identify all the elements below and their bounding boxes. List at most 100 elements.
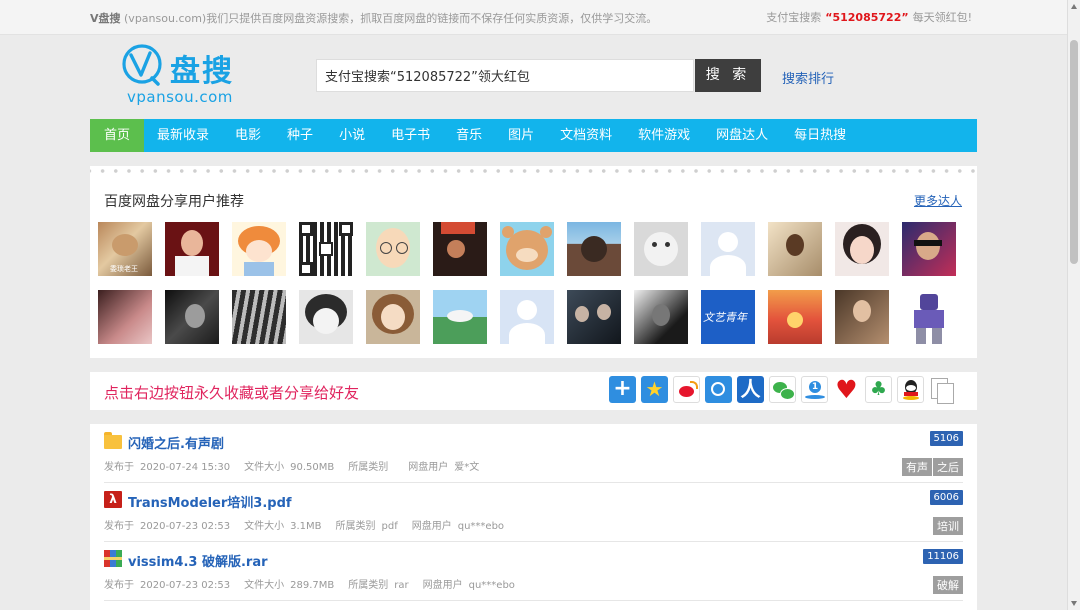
user-avatar[interactable] [366,290,420,344]
resource-item: λ TransModeler培训3.pdf 发布于 2020-07-23 02:5… [104,483,963,542]
main-nav: 首页 最新收录 电影 种子 小说 电子书 音乐 图片 文档资料 软件游戏 网盘达… [90,119,977,152]
user-avatar[interactable] [634,222,688,276]
view-count-badge: 6006 [929,490,963,505]
user-avatar[interactable]: 委琐老王 [98,222,152,276]
logo-domain: vpansou.com [127,88,233,106]
user-avatar[interactable] [232,290,286,344]
tag-chip[interactable]: 培训 [933,517,963,535]
share-panel: 点击右边按钮永久收藏或者分享给好友 + ★ 人 1 ♥ ♣ [90,372,977,410]
plus-share-icon[interactable]: + [609,376,636,403]
user-avatar[interactable] [567,290,621,344]
nav-item-pan-experts[interactable]: 网盘达人 [703,119,781,152]
scrollbar-thumb[interactable] [1070,40,1078,264]
date-label: 发布于 [104,462,134,473]
date-label: 发布于 [104,521,134,532]
page-scrollbar[interactable] [1067,0,1080,610]
file-size: 90.50MB [290,462,335,473]
qq-icon[interactable] [897,376,924,403]
resource-title-link[interactable]: 闪婚之后.有声剧 [128,433,224,452]
user-avatar[interactable] [98,290,152,344]
resource-item: vissim4.3 破解版.rar 发布于 2020-07-23 02:53 文件大… [104,542,963,601]
alipay-promo: 支付宝搜索 “512085722” 每天领红包! [766,9,972,25]
search-ranking-link[interactable]: 搜索排行 [782,68,834,87]
user-avatar[interactable] [232,222,286,276]
nav-item-home[interactable]: 首页 [90,119,145,152]
file-size: 3.1MB [290,521,322,532]
douban-icon[interactable]: 1 [801,376,828,403]
favorite-heart-icon[interactable]: ♥ [833,376,860,403]
resource-title-link[interactable]: vissim4.3 破解版.rar [128,551,268,570]
user-avatar[interactable] [433,290,487,344]
resource-title-link[interactable]: TransModeler培训3.pdf [128,492,292,511]
nav-item-movies[interactable]: 电影 [222,119,274,152]
folder-icon [104,432,122,449]
search-box[interactable] [316,59,694,92]
nav-item-ebooks[interactable]: 电子书 [378,119,443,152]
tag-chip[interactable]: 破解 [933,576,963,594]
nav-item-music[interactable]: 音乐 [443,119,495,152]
publish-date: 2020-07-23 02:53 [140,580,231,591]
nav-item-latest[interactable]: 最新收录 [144,119,222,152]
nav-item-torrents[interactable]: 种子 [274,119,326,152]
user-avatar[interactable] [165,290,219,344]
category-value: pdf [381,521,398,532]
nav-item-novels[interactable]: 小说 [326,119,378,152]
tencent-weibo-icon[interactable] [705,376,732,403]
publish-date: 2020-07-23 02:53 [140,521,231,532]
tag-chip[interactable]: 之后 [933,458,963,476]
search-input[interactable] [317,60,693,91]
user-avatar[interactable] [366,222,420,276]
user-avatar[interactable] [902,290,956,344]
size-label: 文件大小 [244,462,285,473]
user-avatar[interactable] [165,222,219,276]
user-avatar[interactable] [634,290,688,344]
size-label: 文件大小 [244,580,285,591]
user-avatar[interactable] [835,222,889,276]
users-panel-title: 百度网盘分享用户推荐 [104,194,244,210]
resource-meta: 发布于 2020-07-23 02:53 文件大小 3.1MB 所属类别 pdf 网盘用户 q… [104,517,518,532]
user-avatar[interactable] [902,222,956,276]
publish-date: 2020-07-24 15:30 [140,462,231,473]
user-avatar[interactable] [768,222,822,276]
site-notice: V盘搜 (vpansou.com)我们只提供百度网盘资源搜索，抓取百度网盘的链接… [90,10,657,26]
category-label: 所属类别 [335,521,376,532]
search-button[interactable]: 搜 索 [695,59,761,92]
user-avatar[interactable] [299,222,353,276]
recommended-users-panel: 百度网盘分享用户推荐 更多达人 委琐老王 文艺青年 [90,166,977,358]
user-avatar[interactable] [567,222,621,276]
scroll-up-arrow-icon[interactable] [1071,4,1077,9]
dotted-divider [90,167,977,175]
view-count-badge: 11106 [923,549,963,564]
user-avatar[interactable] [500,290,554,344]
pdf-icon: λ [104,491,122,508]
size-label: 文件大小 [244,521,285,532]
clover-icon[interactable]: ♣ [865,376,892,403]
copy-icon[interactable] [929,376,956,404]
tag-chip[interactable]: 有声 [902,458,932,476]
weibo-icon[interactable] [673,376,700,403]
resource-item: 闪婚之后.有声剧 发布于 2020-07-24 15:30 文件大小 90.50MB 所… [104,424,963,483]
more-experts-link[interactable]: 更多达人 [914,192,962,209]
user-avatar[interactable] [835,290,889,344]
scroll-down-arrow-icon[interactable] [1071,601,1077,606]
top-notice-bar: V盘搜 (vpansou.com)我们只提供百度网盘资源搜索，抓取百度网盘的链接… [0,0,1068,35]
nav-item-images[interactable]: 图片 [495,119,547,152]
nav-item-documents[interactable]: 文档资料 [547,119,625,152]
site-logo[interactable]: 盘搜 vpansou.com [122,44,252,106]
nav-item-software-games[interactable]: 软件游戏 [625,119,703,152]
user-avatar[interactable]: 文艺青年 [701,290,755,344]
nav-item-daily-hot[interactable]: 每日热搜 [781,119,859,152]
notice-text: (vpansou.com)我们只提供百度网盘资源搜索，抓取百度网盘的链接而不保存… [120,12,658,25]
resource-meta: 发布于 2020-07-24 15:30 文件大小 90.50MB 所属类别 网盘用户 爱*… [104,458,493,473]
user-avatar[interactable] [701,222,755,276]
share-user: 爱*文 [454,462,480,473]
user-avatar[interactable] [768,290,822,344]
category-value: rar [394,580,409,591]
renren-icon[interactable]: 人 [737,376,764,403]
user-avatar[interactable] [500,222,554,276]
wechat-icon[interactable] [769,376,796,403]
user-avatar[interactable] [433,222,487,276]
user-avatar[interactable] [299,290,353,344]
avatar-caption: 委琐老王 [110,265,138,273]
qzone-icon[interactable]: ★ [641,376,668,403]
